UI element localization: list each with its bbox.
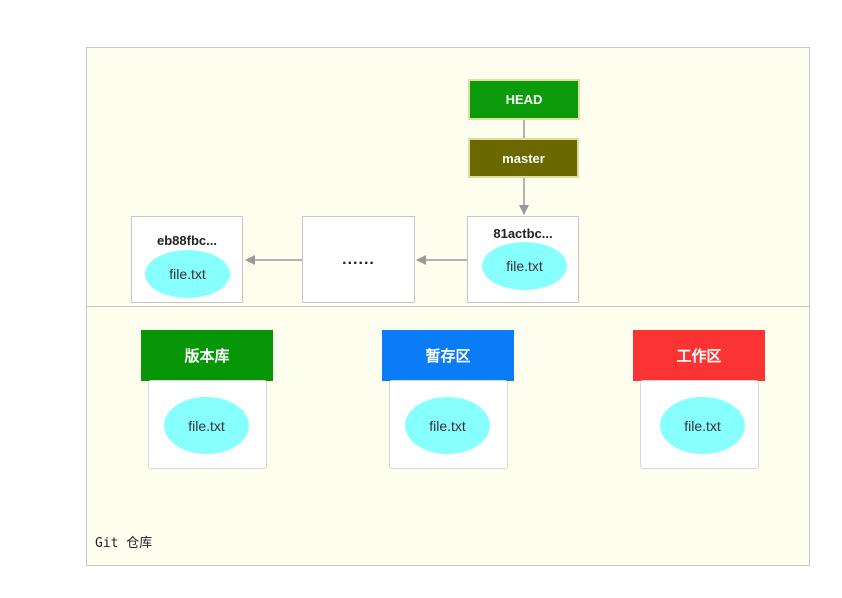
working-area-box: file.txt [640, 380, 759, 469]
staging-area-header: 暂存区 [382, 330, 514, 381]
commit-hash: 81actbc... [493, 226, 553, 241]
file-node: file.txt [164, 397, 249, 454]
file-node: file.txt [405, 397, 490, 454]
file-node: file.txt [145, 250, 230, 298]
repository-area-header: 版本库 [141, 330, 273, 381]
repository-area-box: file.txt [148, 380, 267, 469]
head-ref: HEAD [468, 79, 580, 120]
commit-node: eb88fbc... file.txt [131, 216, 243, 303]
file-node: file.txt [482, 242, 567, 290]
master-branch-ref: master [468, 138, 579, 178]
file-node: file.txt [660, 397, 745, 454]
staging-area-box: file.txt [389, 380, 508, 469]
repository-label: Git 仓库 [95, 536, 153, 551]
ellipsis-commit-node: ...... [302, 216, 415, 303]
commit-node: 81actbc... file.txt [467, 216, 579, 303]
connector-arrows [245, 120, 529, 265]
commit-hash: eb88fbc... [157, 233, 217, 248]
working-area-header: 工作区 [633, 330, 765, 381]
